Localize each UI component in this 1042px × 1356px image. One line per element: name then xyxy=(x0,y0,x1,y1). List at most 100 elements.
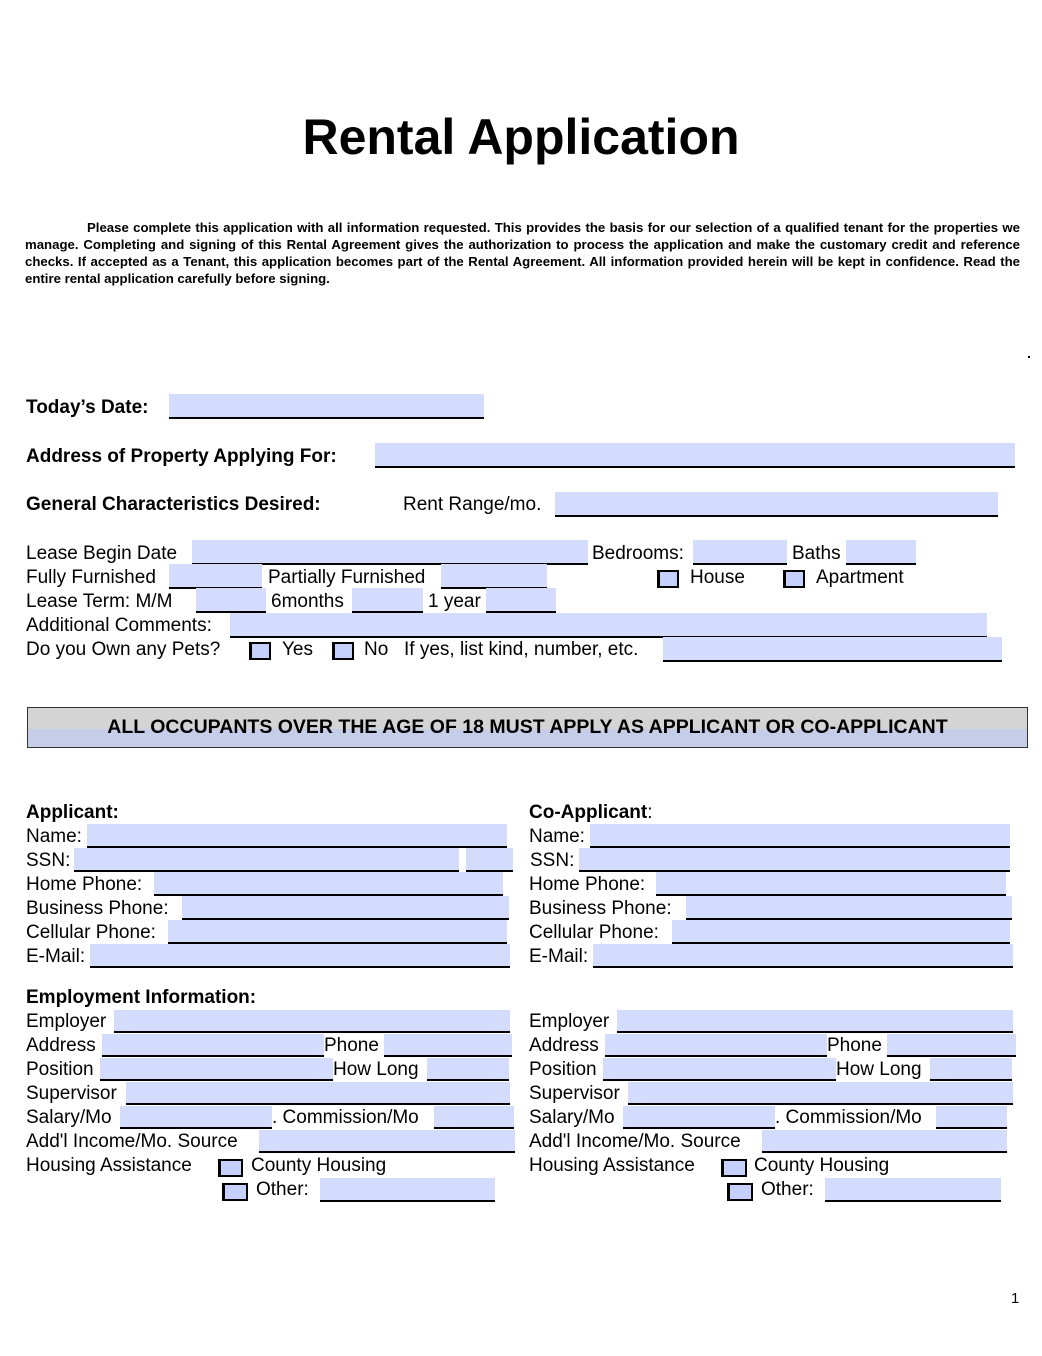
partially-furnished-field[interactable] xyxy=(441,564,547,589)
co-applicant-emp-phone-field[interactable] xyxy=(887,1034,1016,1057)
co-applicant-name-label: Name: xyxy=(529,826,585,847)
applicant-ssn-field[interactable] xyxy=(74,848,459,872)
lease-begin-field[interactable] xyxy=(192,540,588,565)
employment-heading: Employment Information: xyxy=(26,987,257,1008)
applicant-email-field[interactable] xyxy=(90,944,510,968)
bedrooms-field[interactable] xyxy=(693,540,787,565)
co-applicant-addl-income-field[interactable] xyxy=(762,1130,1007,1153)
pets-yes-checkbox[interactable] xyxy=(249,642,271,660)
applicant-supervisor-field[interactable] xyxy=(126,1082,510,1105)
co-applicant-salary-label: Salary/Mo xyxy=(529,1107,615,1128)
bedrooms-label: Bedrooms: xyxy=(592,543,684,564)
baths-label: Baths xyxy=(792,543,841,564)
co-applicant-county-housing-label: County Housing xyxy=(754,1155,890,1176)
applicant-position-field[interactable] xyxy=(100,1058,333,1081)
co-applicant-home-phone-label: Home Phone: xyxy=(529,874,646,895)
six-months-label: 6months xyxy=(271,591,344,612)
applicant-name-label: Name: xyxy=(26,826,82,847)
rent-range-field[interactable] xyxy=(555,492,998,517)
co-applicant-email-field[interactable] xyxy=(593,944,1013,968)
applicant-business-phone-label: Business Phone: xyxy=(26,898,169,919)
applicant-home-phone-label: Home Phone: xyxy=(26,874,143,895)
pets-no-checkbox[interactable] xyxy=(332,642,354,660)
co-applicant-position-field[interactable] xyxy=(603,1058,836,1081)
todays-date-label: Today’s Date: xyxy=(26,397,149,418)
applicant-employer-field[interactable] xyxy=(114,1010,510,1033)
applicant-emp-address-field[interactable] xyxy=(102,1034,324,1057)
lease-begin-label: Lease Begin Date xyxy=(26,543,178,564)
co-applicant-how-long-label: How Long xyxy=(836,1059,922,1080)
co-applicant-how-long-field[interactable] xyxy=(930,1058,1012,1081)
applicant-other-checkbox[interactable] xyxy=(222,1183,248,1201)
co-applicant-heading: Co-Applicant: xyxy=(529,802,653,824)
applicant-emp-phone-field[interactable] xyxy=(384,1034,512,1057)
applicant-email-label: E-Mail: xyxy=(26,946,86,967)
property-address-label: Address of Property Applying For: xyxy=(26,446,337,467)
co-applicant-email-label: E-Mail: xyxy=(529,946,589,967)
co-applicant-housing-assistance-label: Housing Assistance xyxy=(529,1155,695,1176)
pets-yes-label: Yes xyxy=(282,639,313,660)
applicant-addl-income-field[interactable] xyxy=(259,1130,515,1153)
additional-comments-field[interactable] xyxy=(230,613,987,638)
co-applicant-ssn-field[interactable] xyxy=(579,848,1010,872)
co-applicant-salary-field[interactable] xyxy=(623,1106,775,1129)
applicant-commission-label: . Commission/Mo xyxy=(272,1107,419,1128)
applicant-business-phone-field[interactable] xyxy=(182,896,509,920)
applicant-commission-field[interactable] xyxy=(434,1106,514,1129)
pets-details-field[interactable] xyxy=(663,637,1002,662)
applicant-county-housing-checkbox[interactable] xyxy=(218,1159,243,1177)
one-year-field[interactable] xyxy=(486,588,556,613)
co-applicant-other-label: Other: xyxy=(761,1179,814,1200)
six-months-field[interactable] xyxy=(352,588,423,613)
applicant-emp-phone-label: Phone xyxy=(324,1035,379,1056)
co-applicant-business-phone-label: Business Phone: xyxy=(529,898,672,919)
one-year-label: 1 year xyxy=(428,591,481,612)
occupants-banner-text: ALL OCCUPANTS OVER THE AGE OF 18 MUST AP… xyxy=(107,716,948,738)
rent-range-label: Rent Range/mo. xyxy=(403,494,542,515)
stray-mark xyxy=(1028,356,1030,358)
applicant-salary-label: Salary/Mo xyxy=(26,1107,112,1128)
general-characteristics-label: General Characteristics Desired: xyxy=(26,494,321,515)
lease-term-label: Lease Term: M/M xyxy=(26,591,173,612)
occupants-banner: ALL OCCUPANTS OVER THE AGE OF 18 MUST AP… xyxy=(27,707,1028,748)
applicant-cellular-phone-field[interactable] xyxy=(168,920,507,944)
lease-mm-field[interactable] xyxy=(196,588,266,613)
fully-furnished-label: Fully Furnished xyxy=(26,567,156,588)
house-checkbox[interactable] xyxy=(657,570,679,588)
pets-details-label: If yes, list kind, number, etc. xyxy=(404,639,639,660)
todays-date-field[interactable] xyxy=(169,394,484,419)
applicant-name-field[interactable] xyxy=(87,824,507,848)
co-applicant-other-checkbox[interactable] xyxy=(727,1183,753,1201)
co-applicant-addl-income-label: Add'l Income/Mo. Source xyxy=(529,1131,741,1152)
applicant-home-phone-field[interactable] xyxy=(154,872,503,896)
house-label: House xyxy=(690,567,745,588)
co-applicant-home-phone-field[interactable] xyxy=(656,872,1006,896)
co-applicant-commission-label: . Commission/Mo xyxy=(775,1107,922,1128)
applicant-salary-field[interactable] xyxy=(120,1106,272,1129)
applicant-other-field[interactable] xyxy=(320,1178,495,1202)
baths-field[interactable] xyxy=(846,540,916,565)
page-number: 1 xyxy=(1011,1290,1020,1307)
co-applicant-emp-address-field[interactable] xyxy=(605,1034,827,1057)
co-applicant-business-phone-field[interactable] xyxy=(686,896,1012,920)
co-applicant-name-field[interactable] xyxy=(590,824,1010,848)
applicant-ssn-suffix-field[interactable] xyxy=(466,848,513,872)
co-applicant-emp-address-label: Address xyxy=(529,1035,599,1056)
co-applicant-other-field[interactable] xyxy=(825,1178,1001,1202)
co-applicant-cellular-phone-field[interactable] xyxy=(672,920,1010,944)
pets-question-label: Do you Own any Pets? xyxy=(26,639,221,660)
co-applicant-employer-label: Employer xyxy=(529,1011,610,1032)
applicant-ssn-label: SSN: xyxy=(26,850,71,871)
property-address-field[interactable] xyxy=(375,443,1015,468)
apartment-checkbox[interactable] xyxy=(783,570,805,588)
applicant-how-long-field[interactable] xyxy=(427,1058,509,1081)
additional-comments-label: Additional Comments: xyxy=(26,615,212,636)
applicant-supervisor-label: Supervisor xyxy=(26,1083,117,1104)
co-applicant-employer-field[interactable] xyxy=(617,1010,1013,1033)
fully-furnished-field[interactable] xyxy=(169,564,262,589)
co-applicant-commission-field[interactable] xyxy=(936,1106,1007,1129)
co-applicant-county-housing-checkbox[interactable] xyxy=(721,1159,747,1177)
co-applicant-supervisor-field[interactable] xyxy=(628,1082,1013,1105)
applicant-cellular-phone-label: Cellular Phone: xyxy=(26,922,156,943)
pets-no-label: No xyxy=(364,639,389,660)
